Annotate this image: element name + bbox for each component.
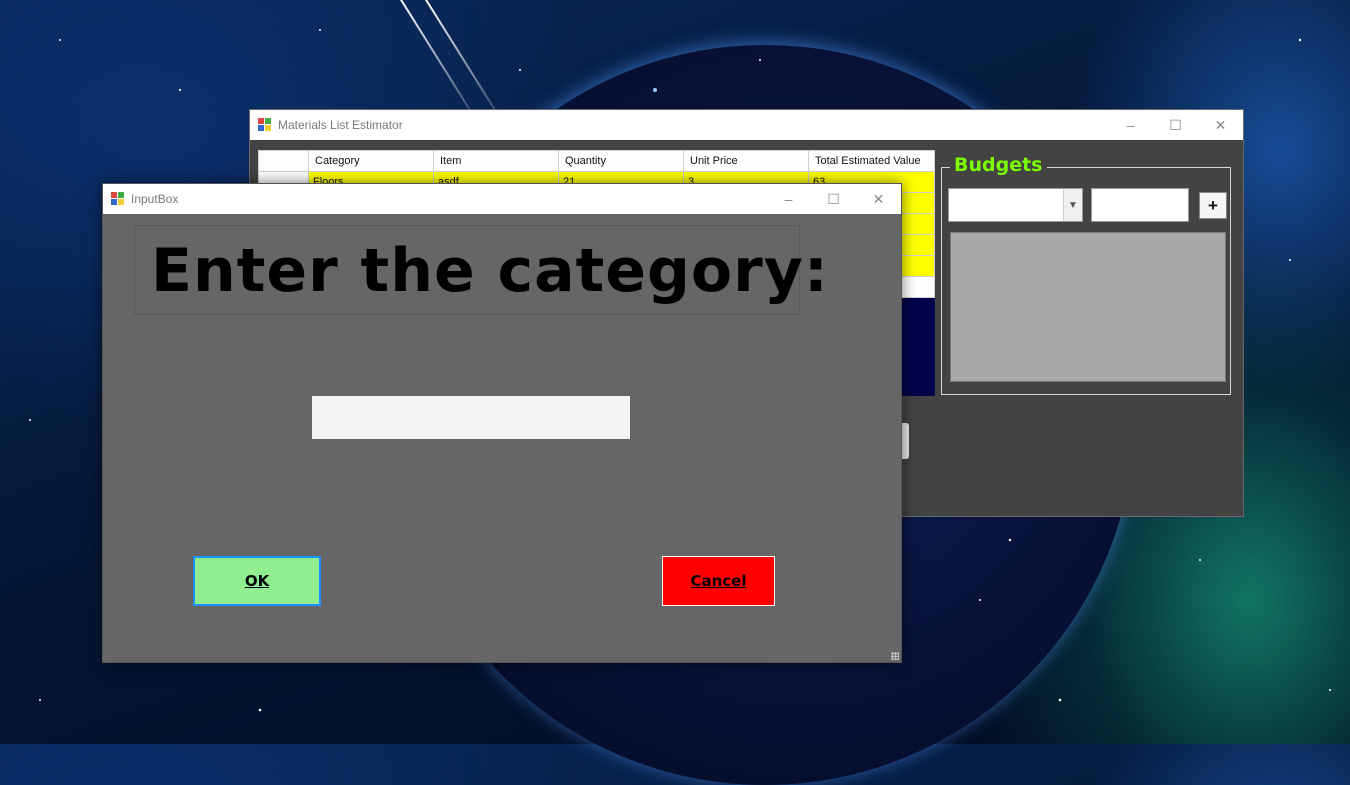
column-header-unit-price[interactable]: Unit Price xyxy=(683,150,809,172)
close-button[interactable]: ✕ xyxy=(856,184,901,214)
column-header-quantity[interactable]: Quantity xyxy=(558,150,684,172)
app-icon xyxy=(111,192,125,206)
app-icon xyxy=(258,118,272,132)
row-header-column xyxy=(258,150,309,172)
main-titlebar[interactable]: Materials List Estimator – ☐ ✕ xyxy=(250,110,1243,140)
budgets-list[interactable] xyxy=(950,232,1226,382)
minimize-button[interactable]: – xyxy=(1108,110,1153,140)
budgets-group: Budgets ▼ + xyxy=(941,154,1231,395)
category-input[interactable] xyxy=(312,396,630,439)
ok-button[interactable]: OK xyxy=(193,556,321,606)
input-box-dialog: InputBox – ☐ ✕ Enter the category: OK Ca… xyxy=(102,183,902,663)
resize-grip-icon[interactable] xyxy=(891,652,899,660)
wallpaper-streak xyxy=(400,0,471,111)
prompt-label: Enter the category: xyxy=(151,236,829,306)
chevron-down-icon[interactable]: ▼ xyxy=(1063,189,1082,221)
column-header-category[interactable]: Category xyxy=(308,150,434,172)
maximize-button[interactable]: ☐ xyxy=(811,184,856,214)
column-header-item[interactable]: Item xyxy=(433,150,559,172)
dialog-title: InputBox xyxy=(131,192,179,206)
budget-amount-input[interactable] xyxy=(1091,188,1189,222)
close-button[interactable]: ✕ xyxy=(1198,110,1243,140)
wallpaper-streak xyxy=(425,0,496,111)
dialog-titlebar[interactable]: InputBox – ☐ ✕ xyxy=(103,184,901,214)
prompt-panel: Enter the category: xyxy=(134,225,828,315)
maximize-button[interactable]: ☐ xyxy=(1153,110,1198,140)
column-header-total-estimated-value[interactable]: Total Estimated Value xyxy=(808,150,935,172)
main-window-title: Materials List Estimator xyxy=(278,118,403,132)
hidden-button[interactable] xyxy=(901,423,909,459)
budgets-title: Budgets xyxy=(950,154,1047,176)
minimize-button[interactable]: – xyxy=(766,184,811,214)
add-budget-button[interactable]: + xyxy=(1199,192,1227,219)
cancel-button[interactable]: Cancel xyxy=(662,556,775,606)
budget-category-select[interactable]: ▼ xyxy=(948,188,1083,222)
